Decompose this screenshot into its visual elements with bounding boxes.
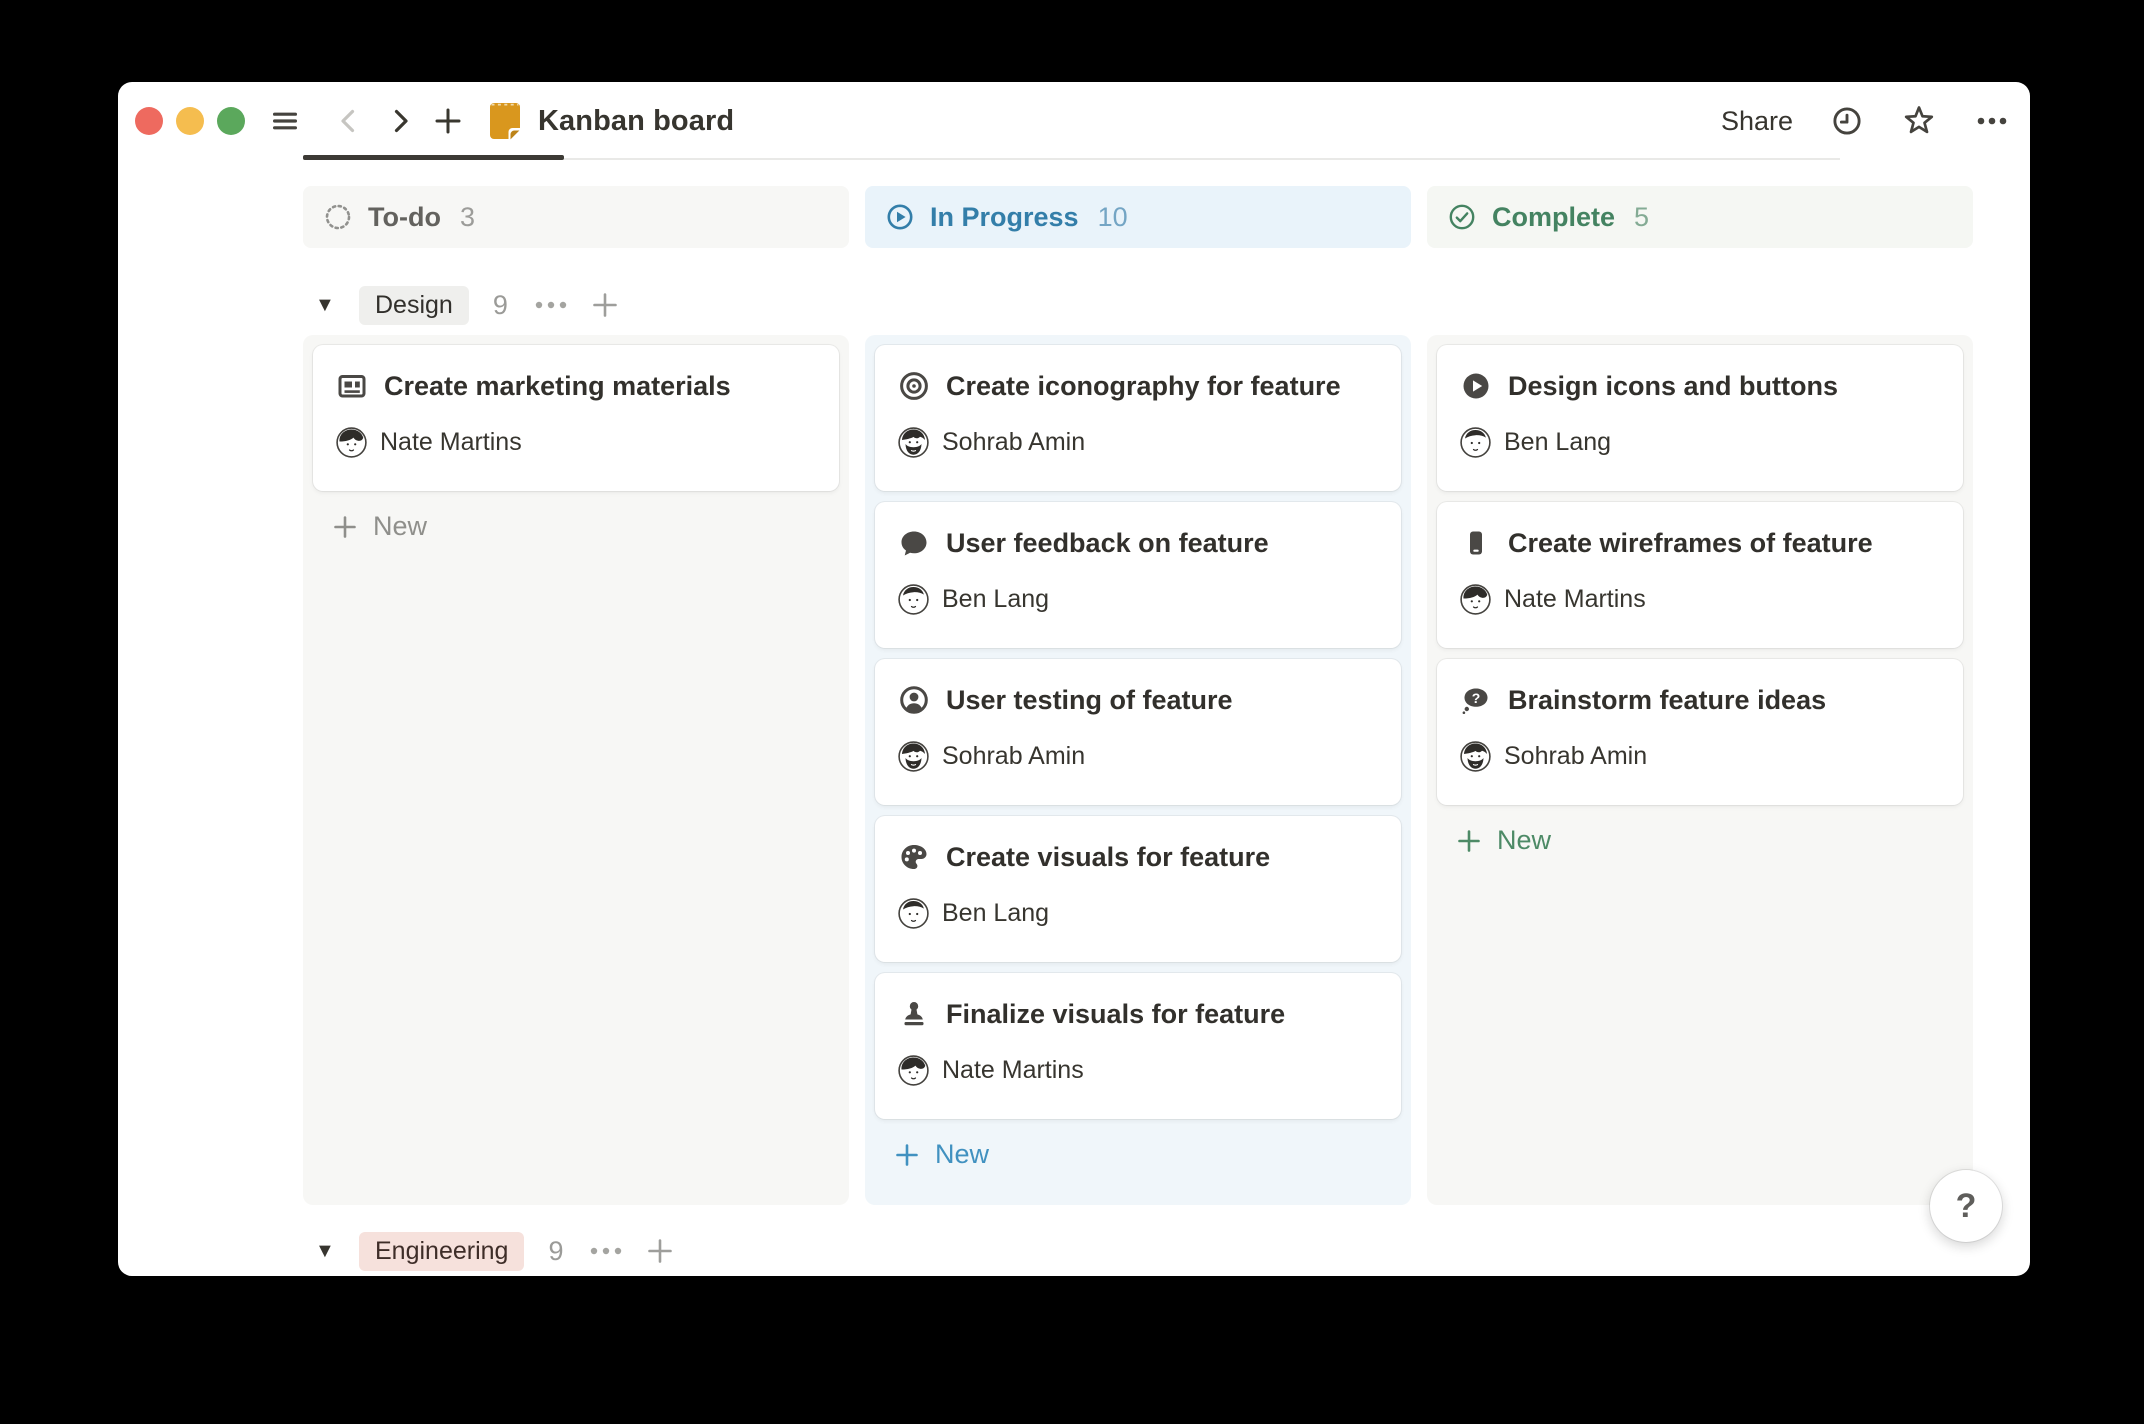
assignee-name: Nate Martins bbox=[942, 1056, 1084, 1085]
screen: Kanban board Share bbox=[0, 0, 2144, 1424]
group-more-icon[interactable] bbox=[589, 1245, 625, 1257]
column-count: 5 bbox=[1634, 202, 1649, 233]
kanban-card[interactable]: Create wireframes of feature Nate Martin… bbox=[1437, 502, 1963, 648]
group-collapse-toggle[interactable]: ▼ bbox=[315, 294, 341, 317]
group-count: 9 bbox=[493, 290, 508, 321]
new-card-button[interactable]: New bbox=[875, 1130, 1007, 1179]
toolbar: Kanban board Share bbox=[118, 82, 2030, 160]
column-complete: Design icons and buttons Ben Lang bbox=[1427, 335, 1973, 1205]
card-title: User testing of feature bbox=[946, 685, 1233, 716]
speech-bubble-icon bbox=[898, 527, 930, 559]
palette-icon bbox=[898, 841, 930, 873]
card-title: User feedback on feature bbox=[946, 528, 1269, 559]
help-button[interactable]: ? bbox=[1930, 1170, 2002, 1242]
kanban-card[interactable]: Create marketing materials Nate Martins bbox=[313, 345, 839, 491]
page-clipboard-icon bbox=[486, 100, 524, 142]
column-name: Complete bbox=[1492, 202, 1615, 233]
column-name: In Progress bbox=[930, 202, 1079, 233]
chevron-right-icon[interactable] bbox=[384, 105, 416, 137]
card-title: Create wireframes of feature bbox=[1508, 528, 1873, 559]
group-count: 9 bbox=[548, 1236, 563, 1267]
avatar-sohrab-amin bbox=[898, 427, 929, 458]
group-row-engineering: ▼ Engineering 9 bbox=[315, 1228, 1973, 1274]
avatar-ben-lang bbox=[898, 584, 929, 615]
share-button[interactable]: Share bbox=[1721, 106, 1793, 137]
check-ring-icon bbox=[1447, 202, 1477, 232]
group-row-design: ▼ Design 9 bbox=[315, 282, 1973, 328]
column-headers: To-do 3 In Progress 10 Complete 5 bbox=[303, 186, 1973, 248]
assignee-name: Nate Martins bbox=[380, 428, 522, 457]
play-ring-icon bbox=[885, 202, 915, 232]
avatar-nate-martins bbox=[1460, 584, 1491, 615]
assignee-name: Ben Lang bbox=[942, 899, 1049, 928]
svg-text:?: ? bbox=[1472, 690, 1481, 706]
kanban-card[interactable]: Design icons and buttons Ben Lang bbox=[1437, 345, 1963, 491]
kanban-board: To-do 3 In Progress 10 Complete 5 bbox=[303, 186, 1973, 1274]
group-add-icon[interactable] bbox=[590, 290, 620, 320]
board-columns: Create marketing materials Nate Martins … bbox=[303, 335, 1973, 1205]
newspaper-icon bbox=[336, 370, 368, 402]
column-header-todo[interactable]: To-do 3 bbox=[303, 186, 849, 248]
zoom-window-button[interactable] bbox=[217, 107, 245, 135]
card-title: Create iconography for feature bbox=[946, 371, 1341, 402]
avatar-nate-martins bbox=[336, 427, 367, 458]
card-title: Finalize visuals for feature bbox=[946, 999, 1285, 1030]
page-title[interactable]: Kanban board bbox=[538, 105, 734, 138]
group-add-icon[interactable] bbox=[645, 1236, 675, 1266]
group-tag-design[interactable]: Design bbox=[359, 286, 469, 325]
avatar-sohrab-amin bbox=[1460, 741, 1491, 772]
card-title: Brainstorm feature ideas bbox=[1508, 685, 1826, 716]
ellipsis-icon[interactable] bbox=[1974, 105, 2010, 137]
thought-question-icon: ? bbox=[1460, 684, 1492, 716]
new-card-button[interactable]: New bbox=[1437, 816, 1569, 865]
kanban-card[interactable]: Finalize visuals for feature Nate Martin… bbox=[875, 973, 1401, 1119]
plus-icon[interactable] bbox=[432, 105, 464, 137]
minimize-window-button[interactable] bbox=[176, 107, 204, 135]
stamp-icon bbox=[898, 998, 930, 1030]
group-collapse-toggle[interactable]: ▼ bbox=[315, 1240, 341, 1263]
clock-icon[interactable] bbox=[1830, 104, 1864, 138]
target-icon bbox=[898, 370, 930, 402]
hamburger-icon[interactable] bbox=[269, 105, 301, 137]
assignee-name: Ben Lang bbox=[1504, 428, 1611, 457]
card-title: Create marketing materials bbox=[384, 371, 731, 402]
column-name: To-do bbox=[368, 202, 441, 233]
column-todo: Create marketing materials Nate Martins … bbox=[303, 335, 849, 1205]
kanban-card[interactable]: User feedback on feature Ben Lang bbox=[875, 502, 1401, 648]
app-window: Kanban board Share bbox=[118, 82, 2030, 1276]
active-tab-indicator bbox=[303, 155, 564, 160]
group-more-icon[interactable] bbox=[534, 299, 570, 311]
avatar-ben-lang bbox=[898, 898, 929, 929]
kanban-card[interactable]: Create visuals for feature Ben Lang bbox=[875, 816, 1401, 962]
toolbar-right: Share bbox=[1721, 103, 2010, 139]
kanban-card[interactable]: ? Brainstorm feature ideas Sohrab Amin bbox=[1437, 659, 1963, 805]
column-in-progress: Create iconography for feature Sohrab Am… bbox=[865, 335, 1411, 1205]
avatar-nate-martins bbox=[898, 1055, 929, 1086]
new-card-button[interactable]: New bbox=[313, 502, 445, 551]
close-window-button[interactable] bbox=[135, 107, 163, 135]
play-circle-icon bbox=[1460, 370, 1492, 402]
column-header-in-progress[interactable]: In Progress 10 bbox=[865, 186, 1411, 248]
person-circle-icon bbox=[898, 684, 930, 716]
kanban-card[interactable]: Create iconography for feature Sohrab Am… bbox=[875, 345, 1401, 491]
group-tag-engineering[interactable]: Engineering bbox=[359, 1232, 524, 1271]
column-count: 10 bbox=[1098, 202, 1128, 233]
assignee-name: Ben Lang bbox=[942, 585, 1049, 614]
avatar-sohrab-amin bbox=[898, 741, 929, 772]
star-icon[interactable] bbox=[1901, 103, 1937, 139]
kanban-card[interactable]: User testing of feature Sohrab Amin bbox=[875, 659, 1401, 805]
card-title: Design icons and buttons bbox=[1508, 371, 1838, 402]
traffic-lights bbox=[135, 107, 245, 135]
card-title: Create visuals for feature bbox=[946, 842, 1270, 873]
column-count: 3 bbox=[460, 202, 475, 233]
assignee-name: Nate Martins bbox=[1504, 585, 1646, 614]
dashed-circle-icon bbox=[323, 202, 353, 232]
chevron-left-icon[interactable] bbox=[333, 105, 365, 137]
assignee-name: Sohrab Amin bbox=[942, 428, 1085, 457]
avatar-ben-lang bbox=[1460, 427, 1491, 458]
assignee-name: Sohrab Amin bbox=[1504, 742, 1647, 771]
mobile-phone-icon bbox=[1460, 527, 1492, 559]
column-header-complete[interactable]: Complete 5 bbox=[1427, 186, 1973, 248]
assignee-name: Sohrab Amin bbox=[942, 742, 1085, 771]
